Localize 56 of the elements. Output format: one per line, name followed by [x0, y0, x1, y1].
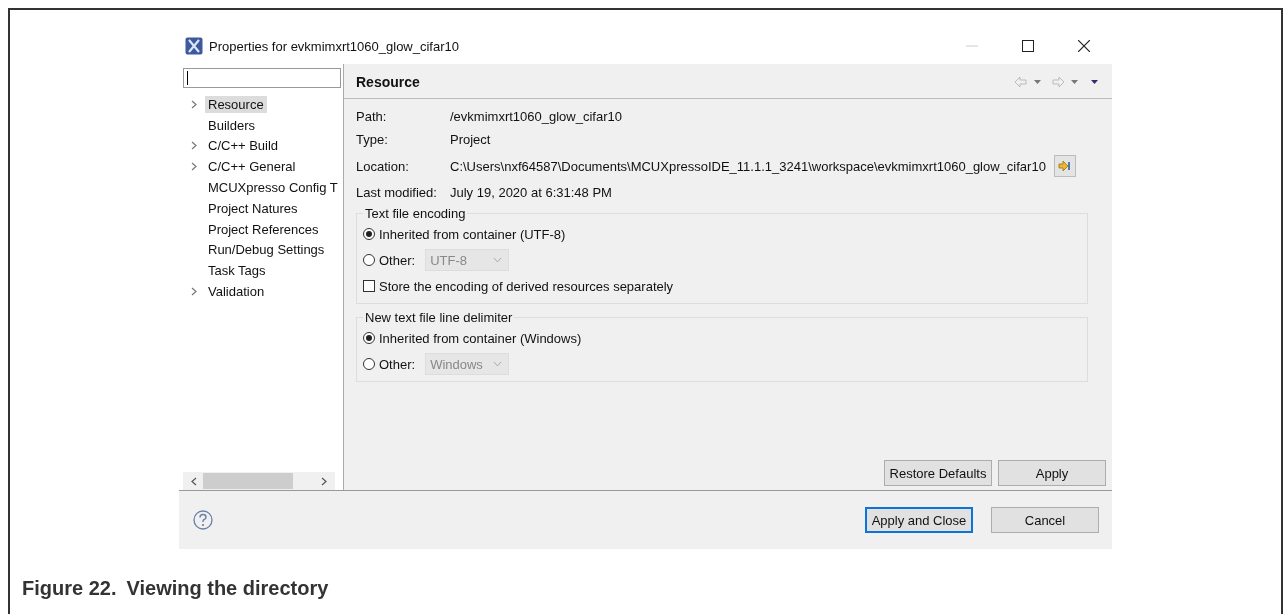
property-value: C:\Users\nxf64587\Documents\MCUXpressoIDE_11.1.1_3241\workspace\evkmimxrt1060_glow_cifar10 — [450, 158, 1046, 174]
radio-button[interactable] — [363, 358, 375, 370]
chevron-icon[interactable] — [191, 287, 197, 297]
scroll-right-icon[interactable] — [321, 476, 327, 486]
tree-item[interactable]: C/C++ Build — [205, 137, 282, 155]
option-label[interactable]: Other: — [379, 252, 416, 268]
group-title: New text file line delimiter — [364, 310, 514, 325]
page-title: Resource — [356, 74, 420, 90]
scrollbar-thumb[interactable] — [203, 473, 293, 489]
dialog-button[interactable]: Apply and Close — [865, 507, 973, 533]
checkbox[interactable] — [363, 280, 375, 292]
arrow-icon — [1057, 160, 1072, 172]
maximize-icon[interactable] — [1022, 40, 1034, 52]
property-label: Location: — [356, 158, 410, 174]
dialog-button[interactable]: Cancel — [991, 507, 1099, 533]
property-value: July 19, 2020 at 6:31:48 PM — [450, 185, 612, 200]
figure-number: Figure 22. — [22, 577, 117, 600]
navigation-arrows-icon[interactable] — [1014, 76, 1100, 88]
app-icon — [185, 37, 203, 55]
window-title: Properties for evkmimxrt1060_glow_cifar10 — [209, 38, 459, 54]
close-icon[interactable] — [1078, 40, 1090, 52]
option-label[interactable]: Store the encoding of derived resources separately — [379, 278, 674, 294]
chevron-icon[interactable] — [191, 162, 197, 172]
radio-button[interactable] — [363, 332, 375, 344]
property-label: Last modified: — [356, 185, 438, 200]
radio-button[interactable] — [363, 254, 375, 266]
tree-item[interactable]: Project References — [205, 220, 322, 238]
chevron-icon[interactable] — [191, 99, 197, 109]
chevron-down-icon — [493, 257, 503, 263]
page-button[interactable]: Apply — [998, 460, 1106, 486]
property-value: /evkmimxrt1060_glow_cifar10 — [450, 109, 622, 124]
property-label: Type: — [356, 132, 389, 147]
group-title: Text file encoding — [364, 206, 467, 221]
tree-item[interactable]: Validation — [205, 283, 268, 301]
option-label[interactable]: Inherited from container (Windows) — [379, 330, 582, 346]
tree-item[interactable]: Resource — [205, 95, 267, 113]
option-label[interactable]: Inherited from container (UTF-8) — [379, 226, 566, 242]
help-icon[interactable] — [193, 510, 213, 530]
tree-item[interactable]: Task Tags — [205, 262, 269, 280]
page-button[interactable]: Restore Defaults — [884, 460, 992, 486]
figure-caption: Viewing the directory — [126, 577, 329, 600]
horizontal-scrollbar[interactable] — [183, 472, 335, 490]
scroll-left-icon[interactable] — [191, 476, 197, 486]
tree-item[interactable]: MCUXpresso Config T — [205, 179, 341, 197]
property-value: Project — [450, 132, 491, 147]
filter-field[interactable] — [183, 68, 341, 88]
radio-button[interactable] — [363, 228, 375, 240]
chevron-down-icon — [493, 361, 503, 367]
tree-item[interactable]: C/C++ General — [205, 158, 299, 176]
property-label: Path: — [356, 109, 388, 124]
open-location-button[interactable] — [1053, 155, 1076, 177]
chevron-icon[interactable] — [191, 141, 197, 151]
option-label[interactable]: Other: — [379, 356, 416, 372]
tree-item[interactable]: Run/Debug Settings — [205, 241, 328, 259]
tree-item[interactable]: Builders — [205, 116, 258, 134]
tree-item[interactable]: Project Natures — [205, 199, 301, 217]
